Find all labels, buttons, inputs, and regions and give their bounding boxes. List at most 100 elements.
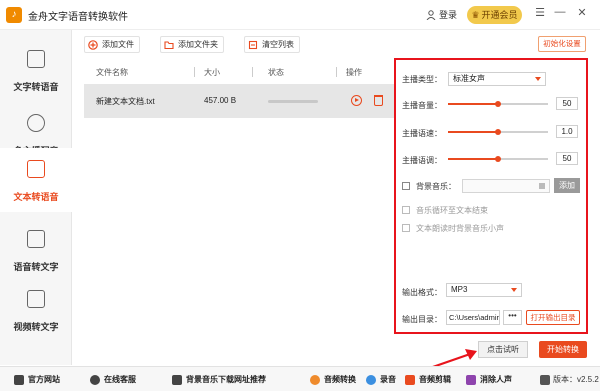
bgm-label: 背景音乐： (416, 182, 456, 191)
add-file-label: 添加文件 (102, 40, 134, 49)
volume-fill (448, 103, 498, 105)
init-settings-button[interactable]: 初始化设置 (538, 36, 586, 52)
vip-button[interactable]: ♛ 开通会员 (467, 6, 522, 24)
column-divider (194, 67, 195, 77)
sidebar-item-speech-to-text[interactable]: 语音转文字 (0, 218, 72, 282)
footer-vocal-remove-link[interactable]: 消除人声 (466, 374, 512, 385)
audio-convert-icon (310, 374, 320, 385)
loop-checkbox[interactable] (402, 206, 410, 214)
minimize-icon[interactable]: — (553, 6, 567, 18)
sidebar-item-label: 语音转文字 (13, 262, 59, 272)
pitch-label: 主播语调： (402, 156, 442, 165)
add-folder-button[interactable]: 添加文件夹 (160, 36, 224, 53)
output-format-label: 输出格式： (402, 288, 442, 297)
speed-fill (448, 131, 498, 133)
text-to-speech-icon (27, 50, 45, 68)
support-icon (90, 374, 100, 385)
output-dir-input[interactable]: C:\Users\admir (446, 310, 500, 325)
version-icon (540, 374, 550, 385)
sidebar-item-document-to-speech[interactable]: 文本转语音 (0, 148, 72, 212)
vocal-remove-icon (466, 374, 476, 385)
pitch-knob[interactable] (495, 156, 501, 162)
menu-icon[interactable]: ☰ (533, 6, 547, 19)
login-button[interactable]: 登录 (426, 8, 457, 21)
trash-icon[interactable] (374, 95, 383, 106)
file-name: 新建文本文档.txt (96, 97, 155, 106)
sidebar: 文字转语音 多主播配音 文本转语音 语音转文字 视频转文字 (0, 30, 72, 365)
footer-bar: 官方网站 在线客服 背景音乐下载网址推荐 音频转换 录音 音频剪辑 消除人声 版… (0, 366, 600, 391)
speed-knob[interactable] (495, 129, 501, 135)
sidebar-item-label: 视频转文字 (13, 322, 59, 332)
col-status: 状态 (268, 68, 284, 77)
col-name: 文件名称 (96, 68, 128, 77)
footer-audio-edit-link[interactable]: 音频剪辑 (405, 374, 451, 385)
sidebar-item-label: 文字转语音 (13, 82, 59, 92)
play-icon[interactable] (351, 95, 362, 106)
pitch-input[interactable]: 50 (556, 152, 578, 165)
table-row[interactable]: 新建文本文档.txt 457.00 B (84, 84, 394, 118)
status-progress-bar (268, 100, 318, 103)
quiet-bgm-checkbox[interactable] (402, 224, 410, 232)
output-format-value: MP3 (451, 285, 468, 294)
volume-input[interactable]: 50 (556, 97, 578, 110)
add-folder-label: 添加文件夹 (178, 40, 218, 49)
col-size: 大小 (204, 68, 220, 77)
pitch-slider[interactable] (448, 156, 548, 162)
pitch-fill (448, 158, 498, 160)
sidebar-item-video-to-text[interactable]: 视频转文字 (0, 278, 72, 342)
vip-label: 开通会员 (481, 10, 518, 20)
broom-icon (248, 40, 258, 49)
open-output-dir-button[interactable]: 打开输出目录 (526, 310, 580, 325)
settings-panel: 主播类型： 标准女声 主播音量： 50 主播语速： 1.0 主播语调： 50 背… (394, 58, 588, 334)
footer-support-link[interactable]: 在线客服 (90, 374, 136, 385)
column-divider (252, 67, 253, 77)
bgm-path-input[interactable] (462, 179, 550, 193)
footer-label: 消除人声 (480, 375, 512, 384)
footer-label: 音频剪辑 (419, 375, 451, 384)
volume-slider[interactable] (448, 101, 548, 107)
clear-list-label: 清空列表 (262, 40, 294, 49)
preview-listen-button[interactable]: 点击试听 (478, 341, 528, 358)
bgm-add-button[interactable]: 添加 (554, 178, 580, 193)
bgm-checkbox[interactable] (402, 182, 410, 190)
start-convert-button[interactable]: 开始转换 (539, 341, 587, 358)
footer-label: 在线客服 (104, 375, 136, 384)
chevron-down-icon (511, 288, 517, 292)
voice-type-value: 标准女声 (453, 74, 485, 83)
table-header: 文件名称 大小 状态 操作 (84, 64, 394, 80)
user-icon (426, 9, 436, 20)
col-actions: 操作 (346, 68, 362, 77)
footer-website-link[interactable]: 官方网站 (14, 374, 60, 385)
loop-label: 音乐循环至文本结束 (416, 206, 488, 215)
column-divider (336, 67, 337, 77)
browse-button[interactable]: ••• (503, 310, 522, 325)
app-logo-icon: ♪ (6, 7, 22, 23)
sidebar-item-text-to-speech[interactable]: 文字转语音 (0, 38, 72, 102)
output-format-select[interactable]: MP3 (446, 283, 522, 297)
sidebar-item-label: 文本转语音 (13, 192, 59, 202)
chevron-down-icon (535, 77, 541, 81)
version-info: 版本：v2.5.2 (540, 374, 599, 385)
speed-input[interactable]: 1.0 (556, 125, 578, 138)
speed-slider[interactable] (448, 129, 548, 135)
footer-label: 录音 (380, 375, 396, 384)
login-label: 登录 (439, 10, 458, 20)
version-label: 版本：v2.5.2 (553, 375, 599, 384)
speaker-icon (539, 183, 545, 189)
close-icon[interactable]: ✕ (575, 6, 589, 19)
footer-music-download-link[interactable]: 背景音乐下载网址推荐 (172, 374, 266, 385)
voice-type-select[interactable]: 标准女声 (448, 72, 546, 86)
multi-voice-icon (27, 114, 45, 132)
footer-record-link[interactable]: 录音 (366, 374, 396, 385)
voice-type-label: 主播类型： (402, 75, 442, 84)
footer-audio-convert-link[interactable]: 音频转换 (310, 374, 356, 385)
volume-label: 主播音量： (402, 101, 442, 110)
file-size: 457.00 B (204, 96, 237, 105)
speed-label: 主播语速： (402, 129, 442, 138)
crown-icon: ♛ (471, 10, 480, 20)
footer-label: 背景音乐下载网址推荐 (186, 375, 266, 384)
add-file-button[interactable]: 添加文件 (84, 36, 140, 53)
document-to-speech-icon (27, 160, 45, 178)
volume-knob[interactable] (495, 101, 501, 107)
clear-list-button[interactable]: 清空列表 (244, 36, 300, 53)
